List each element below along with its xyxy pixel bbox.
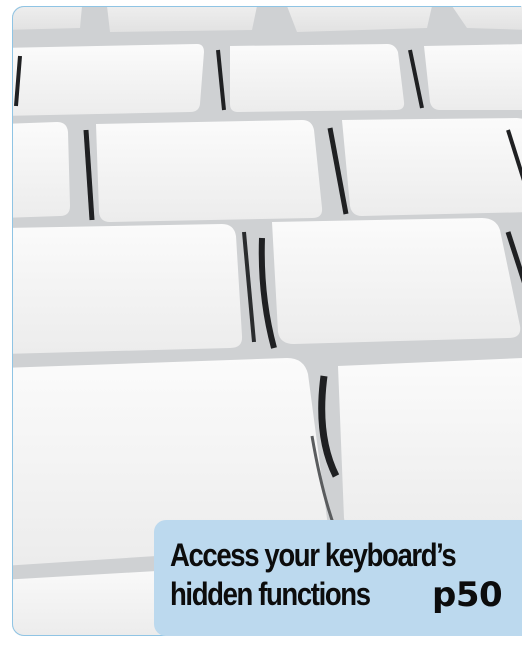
key-row-2 xyxy=(12,44,522,116)
magazine-page: Access your keyboard’s hidden functions … xyxy=(0,0,522,645)
caption-line-1: Access your keyboard’s xyxy=(170,537,457,573)
feature-caption: Access your keyboard’s hidden functions xyxy=(170,536,467,614)
page-reference: p50 xyxy=(432,575,503,615)
caption-line-2: hidden functions xyxy=(170,576,371,612)
